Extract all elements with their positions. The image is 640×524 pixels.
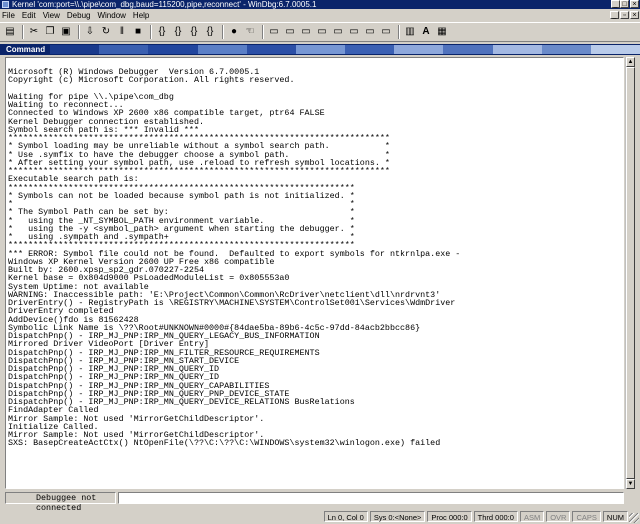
maximize-icon[interactable]: □ <box>620 0 629 8</box>
status-proc: Proc 000:0 <box>427 511 472 522</box>
menu-file[interactable]: File <box>2 11 15 20</box>
command-output[interactable]: Microsoft (R) Windows Debugger Version 6… <box>5 57 624 489</box>
toolbar-separator <box>398 25 400 39</box>
menu-window[interactable]: Window <box>97 11 125 20</box>
paste-icon[interactable]: ▣ <box>59 25 73 39</box>
status-ln-col: Ln 0, Col 0 <box>323 511 368 522</box>
debuggee-status-prompt: Debuggee not connected <box>5 491 116 513</box>
title-bar: Kernel 'com:port=\\.\pipe\com_dbg,baud=1… <box>0 0 640 9</box>
disassembly-icon[interactable]: ▭ <box>363 25 377 39</box>
locals-icon[interactable]: ▭ <box>299 25 313 39</box>
status-asm: ASM <box>519 511 545 522</box>
status-ovr: OVR <box>546 511 571 522</box>
status-sys: Sys 0:<None> <box>369 511 426 522</box>
status-thrd: Thrd 000:0 <box>473 511 518 522</box>
mdi-restore-icon[interactable]: ▫ <box>620 11 629 19</box>
watch-icon[interactable]: ▭ <box>283 25 297 39</box>
status-bar: Ln 0, Col 0 Sys 0:<None> Proc 000:0 Thrd… <box>0 509 640 524</box>
font-icon[interactable]: A <box>419 25 433 39</box>
scroll-thumb[interactable] <box>626 67 635 479</box>
mdi-minimize-icon[interactable]: _ <box>610 11 619 19</box>
run-to-cursor-icon[interactable]: {} <box>203 25 217 39</box>
windbg-app-icon[interactable] <box>2 1 9 8</box>
step-over-icon[interactable]: {} <box>171 25 185 39</box>
output-line: DispatchPnp() - IRP_MJ_PNP:IRP_MN_QUERY_… <box>8 397 355 407</box>
menu-view[interactable]: View <box>43 11 60 20</box>
status-num: NUM <box>602 511 628 522</box>
go-icon[interactable]: ⇩ <box>83 25 97 39</box>
command-input[interactable] <box>118 491 624 504</box>
cut-icon[interactable]: ✂ <box>27 25 41 39</box>
mdi-close-icon[interactable]: × <box>630 11 639 19</box>
toolbar-separator <box>78 25 80 39</box>
scroll-down-icon[interactable]: ▼ <box>626 479 635 489</box>
minimize-icon[interactable]: _ <box>611 0 620 8</box>
options-icon[interactable]: ▦ <box>435 25 449 39</box>
scratch-pad-icon[interactable]: ▭ <box>379 25 393 39</box>
status-caps: CAPS <box>572 511 601 522</box>
scroll-up-icon[interactable]: ▲ <box>626 57 635 67</box>
output-line: Mirror Sample: Not used 'MirrorGetChildD… <box>8 413 265 424</box>
menu-debug[interactable]: Debug <box>67 11 91 20</box>
memory-icon[interactable]: ▭ <box>331 25 345 39</box>
output-line: Copyright (c) Microsoft Corporation. All… <box>8 75 295 86</box>
toolbar-separator <box>22 25 24 39</box>
toolbar-separator <box>262 25 264 39</box>
menu-edit[interactable]: Edit <box>22 11 36 20</box>
call-stack-icon[interactable]: ▭ <box>347 25 361 39</box>
step-out-icon[interactable]: {} <box>187 25 201 39</box>
registers-icon[interactable]: ▭ <box>315 25 329 39</box>
close-icon[interactable]: × <box>630 0 639 8</box>
stop-icon[interactable]: ■ <box>131 25 145 39</box>
toolbar-separator <box>150 25 152 39</box>
breakpoint-icon[interactable]: ● <box>227 25 241 39</box>
output-line: SXS: BasepCreateActCtx() NtOpenFile(\??\… <box>8 438 441 449</box>
menu-help[interactable]: Help <box>133 11 149 20</box>
command-input-row: Debuggee not connected <box>5 491 624 513</box>
toolbar: ▤ ✂ ❐ ▣ ⇩ ↻ ‖ ■ {} {} {} {} ● ☜ ▭ ▭ ▭ ▭ … <box>0 22 640 42</box>
step-into-icon[interactable]: {} <box>155 25 169 39</box>
restart-icon[interactable]: ↻ <box>99 25 113 39</box>
resize-grip-icon[interactable] <box>629 513 639 523</box>
toolbar-separator <box>222 25 224 39</box>
hand-icon[interactable]: ☜ <box>243 25 257 39</box>
command-window-icon[interactable]: ▭ <box>267 25 281 39</box>
vertical-scrollbar[interactable]: ▲ ▼ <box>625 57 635 489</box>
break-icon[interactable]: ‖ <box>115 25 129 39</box>
source-mode-icon[interactable]: ▥ <box>403 25 417 39</box>
window-title: Kernel 'com:port=\\.\pipe\com_dbg,baud=1… <box>12 0 317 9</box>
open-icon[interactable]: ▤ <box>3 25 17 39</box>
copy-icon[interactable]: ❐ <box>43 25 57 39</box>
menu-bar: File Edit View Debug Window Help _ ▫ × <box>0 9 640 22</box>
command-titlebar-gradient <box>50 45 640 54</box>
command-window-title: Command <box>6 45 46 54</box>
